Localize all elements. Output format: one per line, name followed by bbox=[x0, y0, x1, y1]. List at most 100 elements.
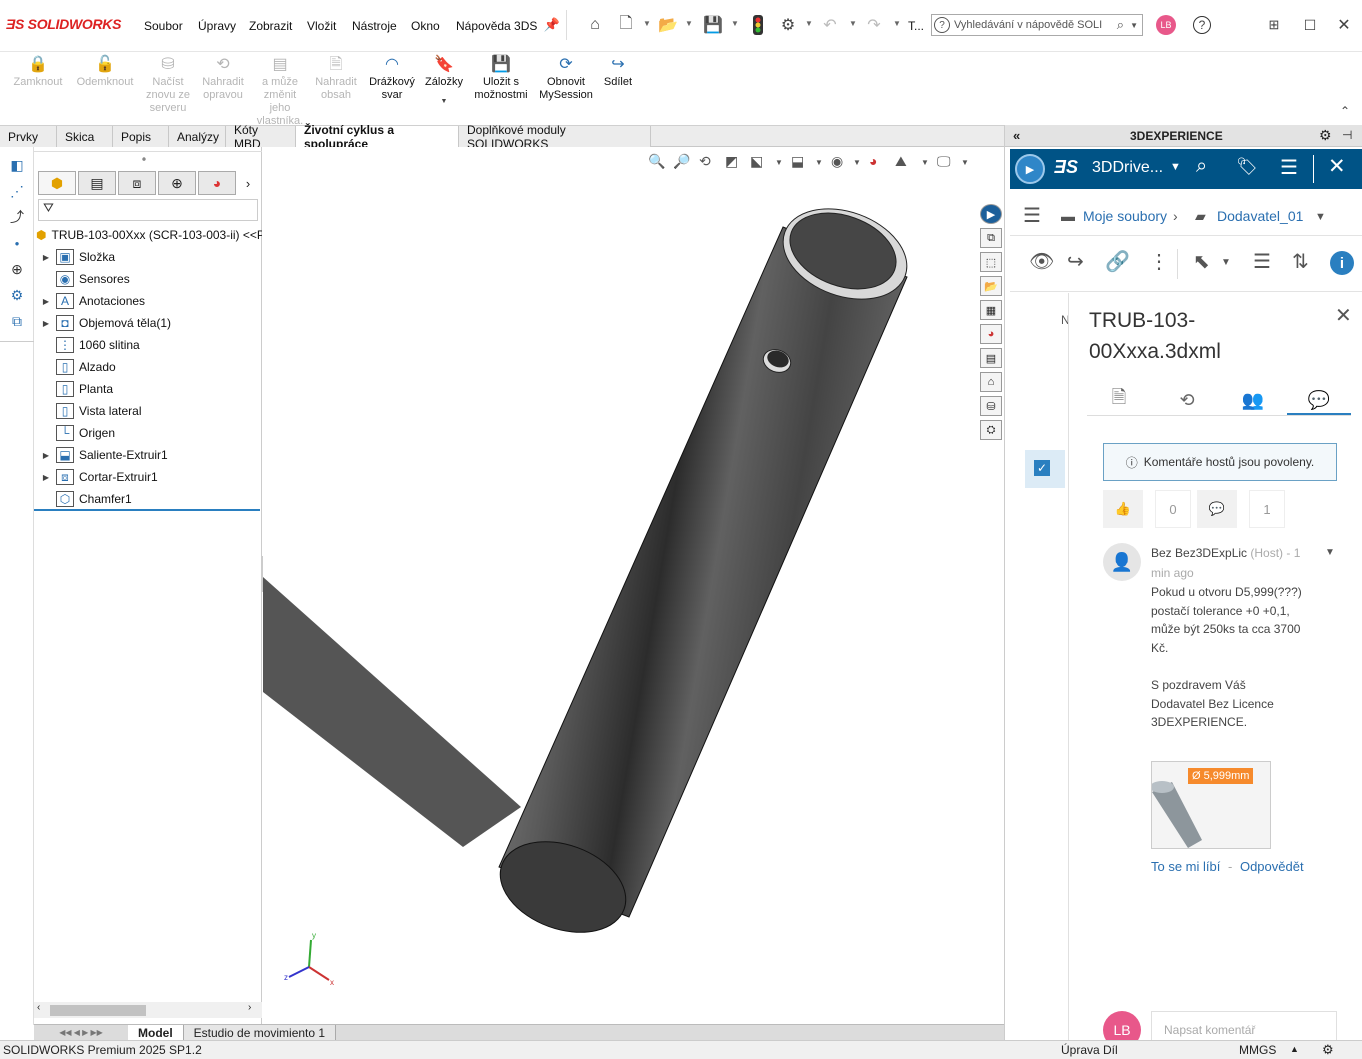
like-link[interactable]: To se mi líbí bbox=[1151, 859, 1220, 874]
panel-grip-icon[interactable]: ⦁ bbox=[142, 154, 146, 164]
menu-window[interactable]: Okno bbox=[411, 19, 440, 33]
coordinate-icon[interactable]: ⊕ bbox=[6, 259, 28, 279]
checkbox-checked-icon[interactable]: ✓ bbox=[1034, 460, 1050, 476]
collapse-panel-icon[interactable]: « bbox=[1013, 128, 1020, 143]
hamburger-icon[interactable]: ☰ bbox=[1023, 203, 1041, 228]
bookmarks-button[interactable]: 🔖 Záložky ▼ bbox=[420, 54, 468, 108]
comments-tab-icon[interactable]: 💬 bbox=[1287, 385, 1351, 415]
chevron-down-icon[interactable]: ▼ bbox=[1325, 547, 1335, 558]
more-vertical-icon[interactable]: ⋮ bbox=[1149, 249, 1169, 274]
feature-tree-tab[interactable]: ⬢ bbox=[38, 171, 76, 195]
mate-reference-icon[interactable]: ⚙ bbox=[6, 285, 28, 305]
scroll-thumb[interactable] bbox=[50, 1005, 146, 1016]
comment-image-thumbnail[interactable]: Ø 5,999mm bbox=[1151, 761, 1271, 849]
close-icon[interactable]: ✕ bbox=[1335, 303, 1352, 328]
display-settings-icon[interactable]: 🖵 bbox=[937, 153, 951, 170]
display-manager-tab[interactable]: ◕ bbox=[198, 171, 236, 195]
close-icon[interactable]: ✕ bbox=[1334, 15, 1354, 35]
menu-file[interactable]: Soubor bbox=[144, 19, 183, 33]
open-icon[interactable]: 📂 bbox=[658, 15, 678, 35]
reload-button[interactable]: ⛁ Načíst znovu ze serveru bbox=[142, 54, 194, 115]
section-view-icon[interactable]: ◩ bbox=[725, 153, 738, 170]
tree-item[interactable]: ⬡ Chamfer1 bbox=[34, 488, 262, 510]
zoom-area-icon[interactable]: 🔎 bbox=[673, 153, 690, 170]
like-button[interactable]: 👍 bbox=[1103, 490, 1143, 528]
scene-icon[interactable]: ⛰ bbox=[895, 153, 907, 170]
tab-features[interactable]: Prvky bbox=[0, 126, 57, 147]
tab-lifecycle-collaboration[interactable]: Životní cyklus a spolupráce bbox=[296, 123, 459, 151]
tube-model[interactable] bbox=[263, 147, 1004, 1024]
preview-eye-icon[interactable]: 👁 bbox=[1029, 249, 1054, 274]
tab-motion-study[interactable]: Estudio de movimiento 1 bbox=[183, 1025, 337, 1040]
toolbar-truncated[interactable]: T... bbox=[908, 19, 924, 33]
tab-mbd-dimensions[interactable]: Kóty MBD bbox=[226, 123, 296, 151]
tree-item[interactable]: ◉ Sensores bbox=[34, 268, 262, 290]
details-tab-icon[interactable]: 🗎 bbox=[1087, 385, 1151, 415]
file-explorer-tab-icon[interactable]: 📂 bbox=[980, 276, 1002, 296]
axis-icon[interactable]: ⤴ bbox=[6, 207, 28, 227]
dynamic-annotation-icon[interactable]: ⬕ bbox=[750, 153, 763, 170]
status-tools-icon[interactable]: ⚙ bbox=[1322, 1042, 1334, 1058]
expand-arrow-icon[interactable]: ▶ bbox=[40, 473, 52, 482]
chevron-down-icon[interactable]: ▼ bbox=[731, 19, 739, 28]
link-icon[interactable]: 🔗 bbox=[1105, 249, 1130, 274]
undo-icon[interactable]: ↶ bbox=[820, 15, 840, 35]
line-icon[interactable]: ⋰ bbox=[6, 181, 28, 201]
users-tab-icon[interactable]: 👥 bbox=[1221, 385, 1285, 415]
chevron-down-icon[interactable]: ▼ bbox=[853, 158, 861, 167]
breadcrumb-folder[interactable]: Dodavatel_01 bbox=[1217, 208, 1303, 224]
toolbox-tab-icon[interactable]: ⛭ bbox=[980, 420, 1002, 440]
chevron-down-icon[interactable]: ▼ bbox=[893, 19, 901, 28]
pin-panel-icon[interactable]: ⊣ bbox=[1342, 128, 1352, 142]
weld-bead-button[interactable]: ◠ Drážkový svar bbox=[366, 54, 418, 102]
close-icon[interactable]: ✕ bbox=[1328, 154, 1346, 179]
view-orientation-icon[interactable]: ⬓ bbox=[791, 153, 804, 170]
tree-item[interactable]: ▶ ▣ Složka bbox=[34, 246, 262, 268]
tree-item[interactable]: ▯ Planta bbox=[34, 378, 262, 400]
expand-arrow-icon[interactable]: ▶ bbox=[40, 319, 52, 328]
design-library-tab-icon[interactable]: ⬚ bbox=[980, 252, 1002, 272]
sort-icon[interactable]: ⇅ bbox=[1292, 249, 1309, 274]
maximize-icon[interactable]: ☐ bbox=[1300, 15, 1320, 35]
reply-link[interactable]: Odpovědět bbox=[1240, 859, 1304, 874]
select-mode-icon[interactable]: ⬉ bbox=[1193, 249, 1210, 274]
horizontal-scrollbar[interactable]: ‹ › bbox=[34, 1002, 262, 1018]
menu-view[interactable]: Zobrazit bbox=[249, 19, 292, 33]
help-icon[interactable]: ? bbox=[1192, 15, 1212, 35]
chevron-down-icon[interactable]: ▼ bbox=[921, 158, 929, 167]
chevron-down-icon[interactable]: ▼ bbox=[961, 158, 969, 167]
refresh-mysession-button[interactable]: ⟳ Obnovit MySession bbox=[536, 54, 596, 102]
tree-root[interactable]: ⬢ TRUB-103-00Xxx (SCR-103-003-ii) <<P bbox=[34, 224, 262, 246]
expand-arrow-icon[interactable]: ▶ bbox=[40, 297, 52, 306]
pdm-tab-icon[interactable]: ⛁ bbox=[980, 396, 1002, 416]
tree-item[interactable]: ▶ ◘ Objemová těla(1) bbox=[34, 312, 262, 334]
chevron-down-icon[interactable]: ▼ bbox=[1130, 21, 1138, 30]
tree-item[interactable]: ▯ Alzado bbox=[34, 356, 262, 378]
tree-item[interactable]: ▶ ⬓ Saliente-Extruir1 bbox=[34, 444, 262, 466]
change-owner-button[interactable]: ▤ a může změnit jeho vlastníka. bbox=[253, 54, 307, 128]
tree-item[interactable]: ▯ Vista lateral bbox=[34, 400, 262, 422]
user-avatar[interactable]: LB bbox=[1156, 15, 1176, 35]
chevron-down-icon[interactable]: ▼ bbox=[1170, 161, 1181, 173]
chevron-down-icon[interactable]: ▼ bbox=[775, 158, 783, 167]
hide-show-icon[interactable]: ◉ bbox=[831, 153, 843, 170]
history-tab-icon[interactable]: ⟲ bbox=[1155, 385, 1219, 415]
3dexperience-tab-icon[interactable]: ▶ bbox=[980, 204, 1002, 224]
pin-icon[interactable]: 📌 bbox=[542, 15, 562, 35]
tab-evaluate[interactable]: Analýzy bbox=[169, 126, 226, 147]
chevron-left-icon[interactable]: ‹ bbox=[37, 1002, 40, 1013]
chevron-down-icon[interactable]: ▼ bbox=[685, 19, 693, 28]
search-icon[interactable]: ⌕ bbox=[1117, 17, 1124, 33]
settings-gear-icon[interactable]: ⚙ bbox=[1319, 127, 1332, 144]
zoom-fit-icon[interactable]: 🔍 bbox=[648, 153, 665, 170]
app-title[interactable]: 3DDrive... bbox=[1092, 159, 1163, 177]
view-palette-tab-icon[interactable]: ▦ bbox=[980, 300, 1002, 320]
lock-button[interactable]: 🔒 Zamknout bbox=[8, 54, 68, 89]
instant3d-icon[interactable]: ⧉ bbox=[6, 311, 28, 331]
tab-solidworks-addins[interactable]: Doplňkové moduly SOLIDWORKS bbox=[459, 123, 651, 151]
chevron-down-icon[interactable]: ▼ bbox=[643, 19, 651, 28]
menu-insert[interactable]: Vložit bbox=[307, 19, 336, 33]
row-selection[interactable]: ✓ bbox=[1025, 450, 1065, 488]
collapse-ribbon-icon[interactable]: ⌃ bbox=[1340, 104, 1350, 118]
graphics-area[interactable]: 🔍 🔎 ⟲ ◩ ⬕ ▼ ⬓ ▼ ◉ ▼ ◕ ⛰ ▼ 🖵 ▼ y x z bbox=[263, 147, 1004, 1024]
